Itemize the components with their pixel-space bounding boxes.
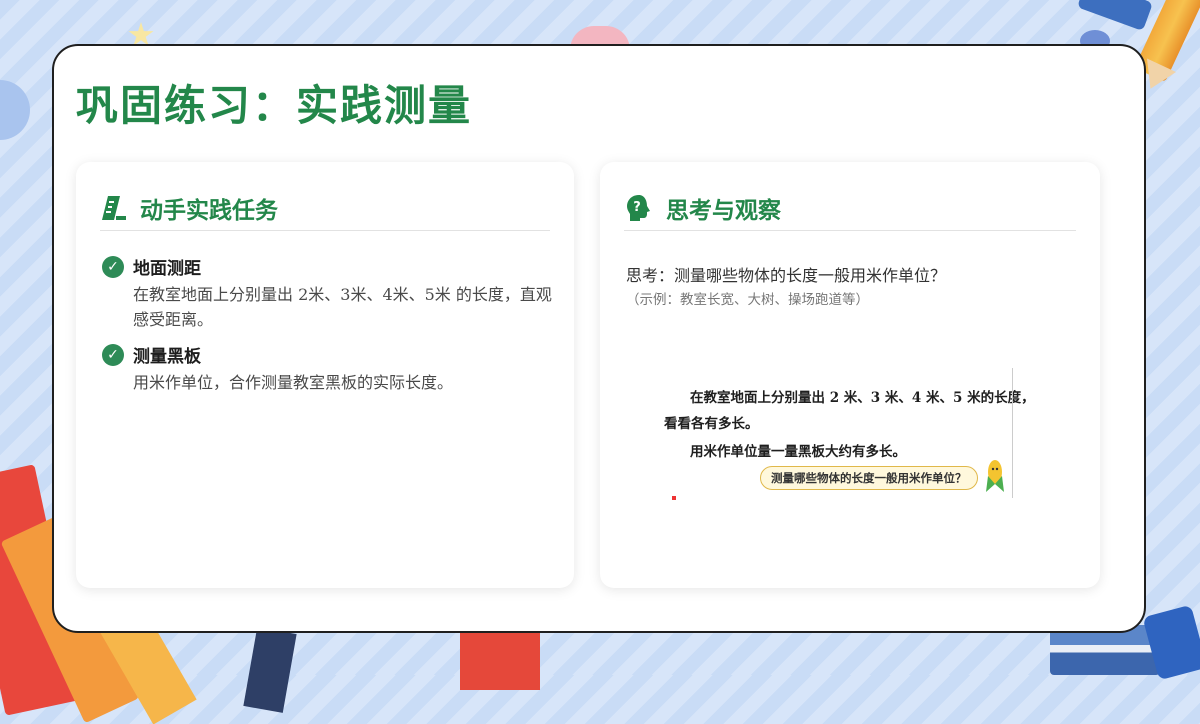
pencil-decoration-bottom-2 [243, 627, 297, 713]
task-title: 地面测距 [133, 259, 201, 279]
textbook-line: 用米作单位量一量黑板大约有多长。 [690, 444, 906, 460]
blue-stationery-decoration [1076, 0, 1154, 32]
textbook-line: 在教室地面上分别量出 2 米、3 米、4 米、5 米的长度， [690, 390, 1035, 406]
check-icon: ✓ [102, 344, 124, 366]
ruler-icon [100, 194, 128, 222]
task-description: 在教室地面上分别量出 2米、3米、4米、5米 的长度，直观感受距离。 [133, 285, 552, 329]
speech-bubble: 测量哪些物体的长度一般用米作单位？ [760, 466, 978, 490]
panel-header: ? 思考与观察 [624, 186, 1076, 231]
ruler-decoration-bottom [460, 630, 540, 690]
page-title: 巩固练习：实践测量 [76, 81, 473, 130]
panel-title: 思考与观察 [666, 197, 781, 224]
check-icon: ✓ [102, 256, 124, 278]
panel-header: 动手实践任务 [100, 186, 550, 231]
decor-circle [0, 80, 30, 140]
textbook-line: 看看各有多长。 [664, 416, 759, 432]
divider-line [1012, 368, 1013, 498]
practice-task-panel: 动手实践任务 ✓ 地面测距 在教室地面上分别量出 2米、3米、4米、5米 的长度… [76, 162, 574, 588]
example-text: （示例：教室长宽、大树、操场跑道等） [626, 292, 869, 308]
marker-dot [672, 496, 676, 500]
task-description: 用米作单位，合作测量教室黑板的实际长度。 [133, 373, 454, 392]
task-title: 测量黑板 [133, 347, 201, 367]
think-question: 思考：测量哪些物体的长度一般用米作单位？ [626, 266, 947, 285]
question-head-icon: ? [624, 193, 654, 223]
panel-title: 动手实践任务 [140, 197, 278, 224]
svg-text:?: ? [633, 200, 641, 215]
corn-character-icon [986, 458, 1004, 494]
think-observe-panel: ? 思考与观察 思考：测量哪些物体的长度一般用米作单位？ （示例：教室长宽、大树… [600, 162, 1100, 588]
textbook-excerpt-image: 在教室地面上分别量出 2 米、3 米、4 米、5 米的长度， 看看各有多长。 用… [660, 368, 1035, 500]
